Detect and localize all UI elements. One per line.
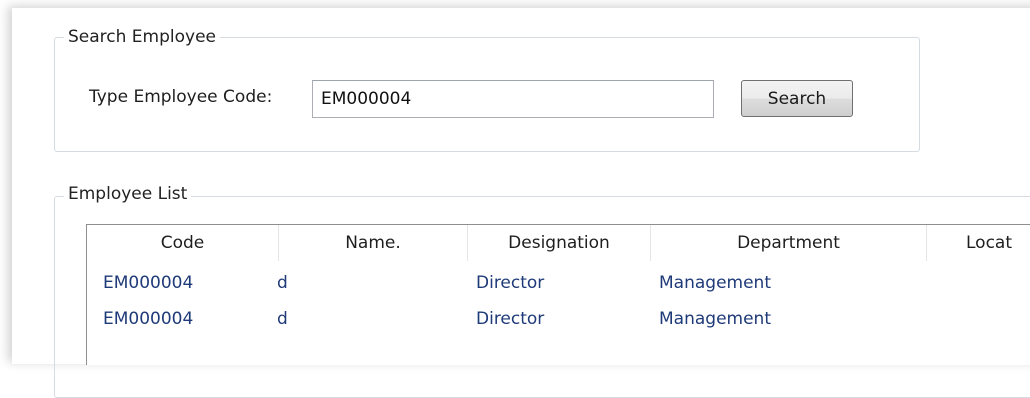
employee-list-title: Employee List	[64, 184, 192, 204]
cell-designation: Director	[476, 309, 545, 329]
column-header-location[interactable]: Locat	[927, 225, 1030, 261]
cell-name: d	[277, 309, 288, 329]
employee-code-input[interactable]	[312, 80, 714, 118]
cell-department: Management	[659, 273, 771, 293]
employee-code-label: Type Employee Code:	[89, 87, 273, 107]
cell-name: d	[277, 273, 288, 293]
cell-designation: Director	[476, 273, 545, 293]
cell-code: EM000004	[103, 273, 194, 293]
grid-header: Code Name. Designation Department Locat	[87, 225, 1030, 261]
column-header-code[interactable]: Code	[87, 225, 279, 261]
search-button[interactable]: Search	[741, 80, 853, 117]
column-header-name[interactable]: Name.	[279, 225, 468, 261]
table-row[interactable]: EM000004 d Director Management	[87, 265, 1030, 301]
search-employee-title: Search Employee	[64, 27, 221, 47]
cell-code: EM000004	[103, 309, 194, 329]
employee-grid[interactable]: Code Name. Designation Department Locat …	[86, 224, 1030, 365]
cell-department: Management	[659, 309, 771, 329]
table-row[interactable]: EM000004 d Director Management	[87, 301, 1030, 337]
column-header-department[interactable]: Department	[651, 225, 927, 261]
column-header-designation[interactable]: Designation	[468, 225, 651, 261]
